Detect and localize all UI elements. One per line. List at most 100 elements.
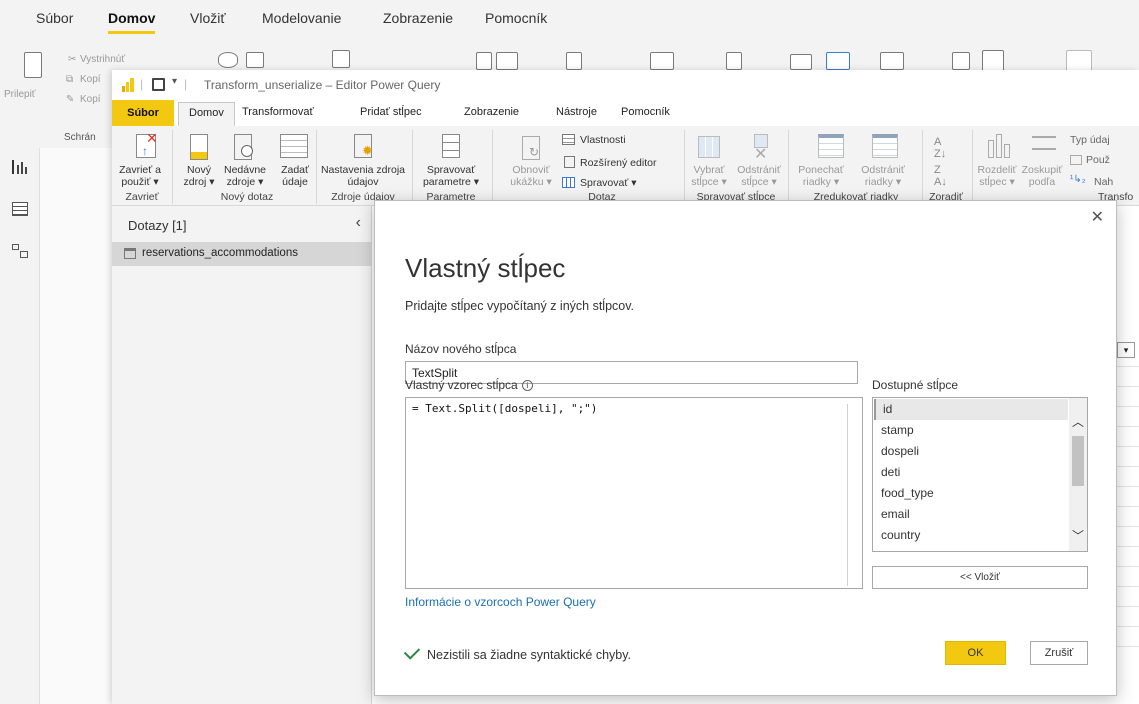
data-source-settings-icon[interactable]: ✹ — [354, 134, 373, 158]
recent-sources-icon[interactable] — [234, 134, 253, 160]
cut-label[interactable]: Vystrihnúť — [80, 54, 125, 65]
refresh-icon[interactable] — [566, 52, 582, 70]
remove-rows-icon[interactable] — [872, 134, 898, 158]
copy-label[interactable]: Kopí — [80, 74, 101, 85]
formula-text[interactable]: = Text.Split([dospeli], ";") — [412, 402, 597, 415]
pbi-tab-view[interactable]: Zobrazenie — [383, 10, 453, 26]
close-apply-button[interactable]: Zavrieť a použiť ▾ — [118, 164, 162, 188]
publish-icon[interactable] — [1066, 50, 1092, 72]
close-icon[interactable]: ✕ — [1091, 207, 1104, 227]
split-column-icon[interactable] — [986, 134, 1012, 162]
dataset-icon[interactable] — [332, 50, 350, 68]
scrollbar-thumb[interactable] — [1072, 436, 1084, 486]
column-item-food-type[interactable]: food_type — [874, 483, 1068, 504]
formula-editor[interactable]: = Text.Split([dospeli], ";") — [405, 397, 863, 589]
refresh-preview-icon[interactable]: ↻ — [522, 136, 540, 160]
text-box-icon[interactable] — [826, 52, 850, 70]
format-painter-icon[interactable]: ✎ — [66, 94, 74, 105]
formula-info-link[interactable]: Informácie o vzorcoch Power Query — [405, 595, 596, 609]
scissors-icon[interactable]: ✂ — [68, 54, 76, 65]
properties-icon[interactable] — [562, 134, 575, 145]
copy-icon[interactable]: ⧉ — [66, 74, 73, 85]
get-data-icon[interactable] — [218, 52, 238, 68]
paste-label[interactable]: Prilepiť — [4, 89, 36, 100]
enter-data-button[interactable]: Zadať údaje — [278, 164, 312, 188]
sort-ascending-icon[interactable]: A Z↓ — [934, 136, 946, 160]
data-view-icon[interactable] — [12, 202, 28, 216]
pbi-tab-home[interactable]: Domov — [108, 10, 156, 34]
split-column-button[interactable]: Rozdeliť stĺpec ▾ — [974, 164, 1020, 188]
column-item-id[interactable]: id — [874, 399, 1068, 420]
model-view-icon[interactable] — [12, 244, 28, 258]
new-source-icon[interactable] — [190, 134, 208, 160]
pq-tab-help[interactable]: Pomocník — [621, 106, 670, 118]
pbi-tab-file[interactable]: Súbor — [36, 10, 73, 26]
column-item-country[interactable]: country — [874, 525, 1068, 546]
visual-icon[interactable] — [650, 52, 674, 70]
pq-tab-transform[interactable]: Transformovať — [242, 106, 314, 118]
calculator-icon[interactable] — [952, 52, 970, 70]
column-filter-dropdown-icon[interactable]: ▾ — [1117, 342, 1135, 358]
query-item-reservations[interactable]: reservations_accommodations — [112, 242, 372, 266]
column-item-dospeli[interactable]: dospeli — [874, 441, 1068, 462]
pq-tab-file[interactable]: Súbor — [112, 100, 174, 126]
remove-rows-button[interactable]: Odstrániť riadky ▾ — [850, 164, 916, 188]
replace-values-button[interactable]: Nah — [1094, 176, 1113, 188]
advanced-editor-icon[interactable] — [564, 156, 575, 168]
keep-rows-icon[interactable] — [818, 134, 844, 158]
pbi-tab-insert[interactable]: Vložiť — [190, 10, 226, 26]
more-visuals-icon[interactable] — [880, 52, 904, 70]
choose-columns-icon[interactable] — [698, 136, 720, 158]
column-item-email[interactable]: email — [874, 504, 1068, 525]
formula-scrollbar[interactable] — [847, 404, 848, 586]
recent-sources-button[interactable]: Nedávne zdroje ▾ — [222, 164, 268, 188]
new-page-icon[interactable] — [726, 52, 742, 70]
remove-columns-button[interactable]: Odstrániť stĺpce ▾ — [734, 164, 784, 188]
refresh-preview-button[interactable]: Obnoviť ukážku ▾ — [504, 164, 558, 188]
replace-values-icon[interactable]: ¹↳₂ — [1070, 174, 1086, 185]
sort-descending-icon[interactable]: Z A↓ — [934, 164, 947, 188]
use-first-row-icon[interactable] — [1070, 155, 1082, 165]
pbi-tab-modeling[interactable]: Modelovanie — [262, 10, 341, 26]
chart-icon[interactable] — [790, 54, 812, 70]
use-first-row-button[interactable]: Použ — [1086, 154, 1110, 166]
group-by-button[interactable]: Zoskupiť podľa — [1016, 164, 1068, 188]
excel-icon[interactable] — [246, 52, 264, 68]
quick-measure-icon[interactable] — [982, 50, 1004, 72]
columns-scrollbar[interactable]: ︿ ﹀ — [1069, 398, 1087, 551]
data-source-settings-button[interactable]: Nastavenia zdroja údajov — [318, 164, 408, 188]
pq-tab-add-column[interactable]: Pridať stĺpec — [360, 106, 422, 118]
column-item-stamp[interactable]: stamp — [874, 420, 1068, 441]
collapse-pane-chevron-icon[interactable]: ‹ — [356, 214, 361, 232]
column-item-deti[interactable]: deti — [874, 462, 1068, 483]
new-source-button[interactable]: Nový zdroj ▾ — [176, 164, 222, 188]
cancel-button[interactable]: Zrušiť — [1030, 641, 1088, 665]
insert-column-button[interactable]: << Vložiť — [872, 566, 1088, 589]
scroll-up-chevron-icon[interactable]: ︿ — [1072, 416, 1084, 428]
advanced-editor-button[interactable]: Rozšírený editor — [580, 157, 656, 169]
manage-button[interactable]: Spravovať ▾ — [580, 177, 636, 189]
save-icon[interactable] — [152, 78, 165, 91]
enter-data-icon[interactable] — [280, 134, 308, 158]
enter-data-icon[interactable] — [476, 52, 492, 70]
choose-columns-button[interactable]: Vybrať stĺpce ▾ — [686, 164, 732, 188]
properties-button[interactable]: Vlastnosti — [580, 134, 626, 146]
info-icon[interactable]: i — [521, 380, 533, 392]
transform-data-icon[interactable] — [496, 52, 518, 70]
available-columns-list[interactable]: id stamp dospeli deti food_type email co… — [872, 397, 1088, 552]
manage-icon[interactable] — [562, 177, 575, 188]
pq-tab-view[interactable]: Zobrazenie — [464, 106, 519, 118]
paste-icon[interactable] — [24, 52, 42, 78]
remove-columns-icon[interactable]: ✕ — [748, 134, 774, 163]
scroll-down-chevron-icon[interactable]: ﹀ — [1072, 530, 1084, 542]
group-by-icon[interactable] — [1032, 136, 1056, 150]
pq-tab-tools[interactable]: Nástroje — [556, 106, 597, 118]
data-type-button[interactable]: Typ údaj — [1070, 134, 1110, 146]
manage-parameters-icon[interactable] — [442, 134, 460, 158]
quick-access-dropdown-icon[interactable]: ▾ — [172, 76, 177, 87]
pbi-tab-help[interactable]: Pomocník — [485, 10, 547, 26]
pq-tab-home[interactable]: Domov — [178, 102, 235, 126]
ok-button[interactable]: OK — [945, 641, 1006, 665]
format-copy-label[interactable]: Kopí — [80, 94, 101, 105]
close-apply-icon[interactable]: ✕ ↑ — [134, 130, 160, 160]
